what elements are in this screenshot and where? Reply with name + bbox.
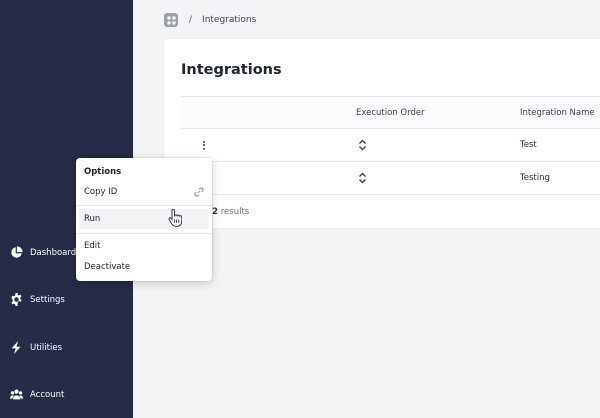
table-header: Execution Order Integration Name [181,97,600,129]
sidebar-item-label: Account [30,389,65,400]
menu-divider [76,233,212,234]
column-header-execution-order[interactable]: Execution Order [356,97,425,128]
menu-item-label: Edit [84,241,101,251]
integrations-card: Integrations Execution Order Integration… [164,39,600,228]
menu-divider [76,205,212,206]
hand-cursor-icon [168,209,182,227]
sidebar-item-utilities[interactable]: Utilities [10,341,62,354]
results-count: 2 [212,207,219,217]
home-button[interactable] [164,13,178,27]
results-suffix: results [220,207,250,217]
sidebar-item-dashboard[interactable]: Dashboard [10,246,76,259]
users-icon [10,389,23,400]
sidebar-item-settings[interactable]: Settings [10,293,65,306]
page-title: Integrations [181,62,282,78]
menu-item-label: Copy ID [84,187,118,197]
options-menu: Options Copy ID Run Edit Deactivate [76,158,212,281]
row-actions-button[interactable] [199,129,209,161]
menu-item-edit[interactable]: Edit [76,236,212,256]
reorder-handle[interactable] [358,129,367,161]
lightning-icon [11,341,21,354]
integration-name-cell: Testing [520,173,550,183]
kebab-menu-icon [199,138,209,152]
column-header-integration-name[interactable]: Integration Name [520,97,595,128]
menu-item-run[interactable]: Run [79,209,209,229]
gear-icon [11,293,22,306]
table-row: Test [181,129,600,162]
link-icon [194,187,204,197]
breadcrumb: / Integrations [164,13,256,27]
grid-icon [166,15,176,25]
menu-item-copy-id[interactable]: Copy ID [76,182,212,202]
menu-item-deactivate[interactable]: Deactivate [76,257,212,277]
sidebar-item-account[interactable]: Account [10,388,64,401]
reorder-handle[interactable] [358,162,367,194]
chevron-up-down-icon [359,139,366,151]
menu-item-label: Run [84,214,101,224]
chevron-up-down-icon [359,172,366,184]
sidebar-item-label: Settings [30,294,65,305]
table-row: Testing [181,162,600,195]
menu-header: Options [84,167,122,177]
menu-item-label: Deactivate [84,262,131,272]
integration-name-cell: Test [520,140,537,150]
integrations-table: Execution Order Integration Name Test Te… [181,96,600,195]
sidebar-item-label: Utilities [30,342,62,353]
breadcrumb-separator: / [189,15,193,25]
breadcrumb-current: Integrations [202,15,257,25]
sidebar-item-label: Dashboard [30,247,77,258]
pie-chart-icon [11,246,23,258]
